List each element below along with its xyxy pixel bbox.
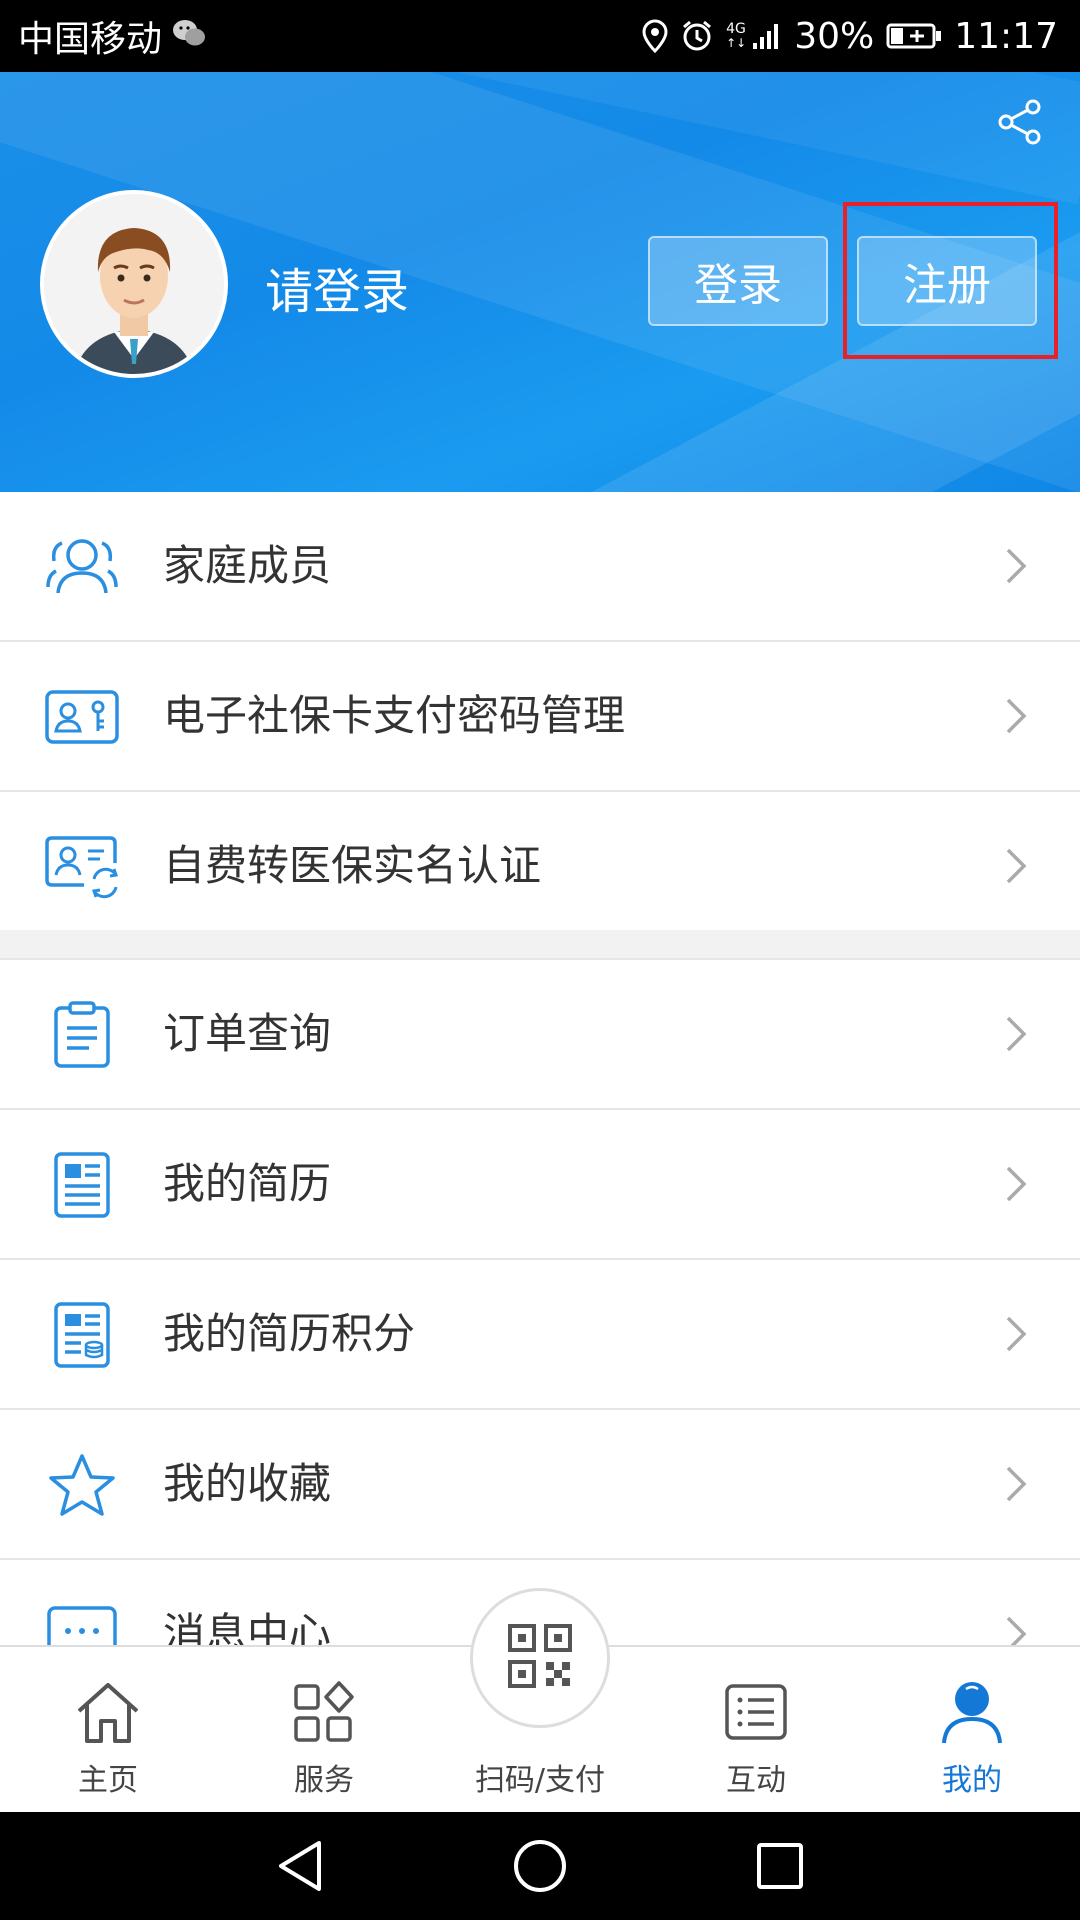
share-icon[interactable]: [990, 92, 1050, 152]
tab-home[interactable]: 主页: [0, 1647, 216, 1812]
clipboard-icon: [44, 1000, 120, 1070]
back-icon[interactable]: [270, 1836, 330, 1896]
tab-interact[interactable]: 互动: [648, 1647, 864, 1812]
menu-item-my-favorites[interactable]: 我的收藏: [0, 1410, 1080, 1560]
battery-percent: 30%: [794, 15, 875, 57]
star-icon: [44, 1450, 120, 1520]
menu-item-resume-points[interactable]: 我的简历积分: [0, 1260, 1080, 1410]
id-verify-icon: [44, 832, 120, 902]
tab-label: 主页: [78, 1763, 138, 1798]
menu-label: 我的简历积分: [163, 1309, 416, 1358]
social-card-icon: [44, 682, 120, 752]
resume-points-icon: [44, 1300, 120, 1370]
menu-label: 电子社保卡支付密码管理: [163, 691, 626, 740]
location-icon: [642, 19, 668, 53]
menu-label: 自费转医保实名认证: [163, 841, 542, 890]
user-icon: [935, 1677, 1009, 1747]
register-button[interactable]: 注册: [857, 236, 1037, 326]
menu-item-order-query[interactable]: 订单查询: [0, 960, 1080, 1110]
menu-label: 我的收藏: [163, 1459, 332, 1508]
resume-icon: [44, 1150, 120, 1220]
menu-item-social-card-password[interactable]: 电子社保卡支付密码管理: [0, 642, 1080, 792]
alarm-icon: [680, 19, 714, 53]
section-divider: [0, 930, 1080, 960]
recent-apps-icon[interactable]: [750, 1836, 810, 1896]
menu-item-my-resume[interactable]: 我的简历: [0, 1110, 1080, 1260]
clock: 11:17: [954, 15, 1058, 57]
network-type: 4G ↑↓: [726, 21, 747, 50]
chevron-right-icon: [1000, 844, 1030, 888]
carrier-name: 中国移动: [18, 19, 163, 60]
list-icon: [719, 1677, 793, 1747]
profile-header: 请登录 登录 注册: [0, 72, 1080, 492]
menu-label: 我的简历: [163, 1159, 332, 1208]
menu-label: 家庭成员: [163, 541, 332, 590]
chevron-right-icon: [1000, 1162, 1030, 1206]
home-circle-icon[interactable]: [510, 1836, 570, 1896]
system-nav-bar: [0, 1812, 1080, 1920]
service-grid-icon: [287, 1677, 361, 1747]
status-bar: 中国移动 4G ↑↓ 30% 11:17: [0, 0, 1080, 72]
scan-pay-button[interactable]: [470, 1588, 610, 1728]
tab-label: 扫码/支付: [474, 1763, 606, 1798]
chevron-right-icon: [1000, 1312, 1030, 1356]
wechat-icon: [172, 16, 206, 57]
chevron-right-icon: [1000, 544, 1030, 588]
tab-mine[interactable]: 我的: [864, 1647, 1080, 1812]
battery-charging-icon: [886, 22, 942, 50]
home-icon: [71, 1677, 145, 1747]
avatar[interactable]: [40, 190, 228, 378]
login-button[interactable]: 登录: [648, 236, 828, 326]
chevron-right-icon: [1000, 1462, 1030, 1506]
tab-label: 我的: [942, 1763, 1002, 1798]
tab-service[interactable]: 服务: [216, 1647, 432, 1812]
menu-label: 订单查询: [163, 1009, 332, 1058]
tab-label: 互动: [726, 1763, 786, 1798]
login-prompt[interactable]: 请登录: [265, 252, 409, 322]
menu-item-family-members[interactable]: 家庭成员: [0, 492, 1080, 642]
menu-group-1: 家庭成员 电子社保卡支付密码管理 自费转医保实名认证: [0, 492, 1080, 942]
chevron-right-icon: [1000, 1012, 1030, 1056]
family-members-icon: [44, 532, 120, 602]
chevron-right-icon: [1000, 694, 1030, 738]
qr-code-icon: [507, 1623, 573, 1693]
signal-icon: [752, 21, 782, 51]
menu-item-real-name-verify[interactable]: 自费转医保实名认证: [0, 792, 1080, 942]
tab-label: 服务: [294, 1763, 354, 1798]
